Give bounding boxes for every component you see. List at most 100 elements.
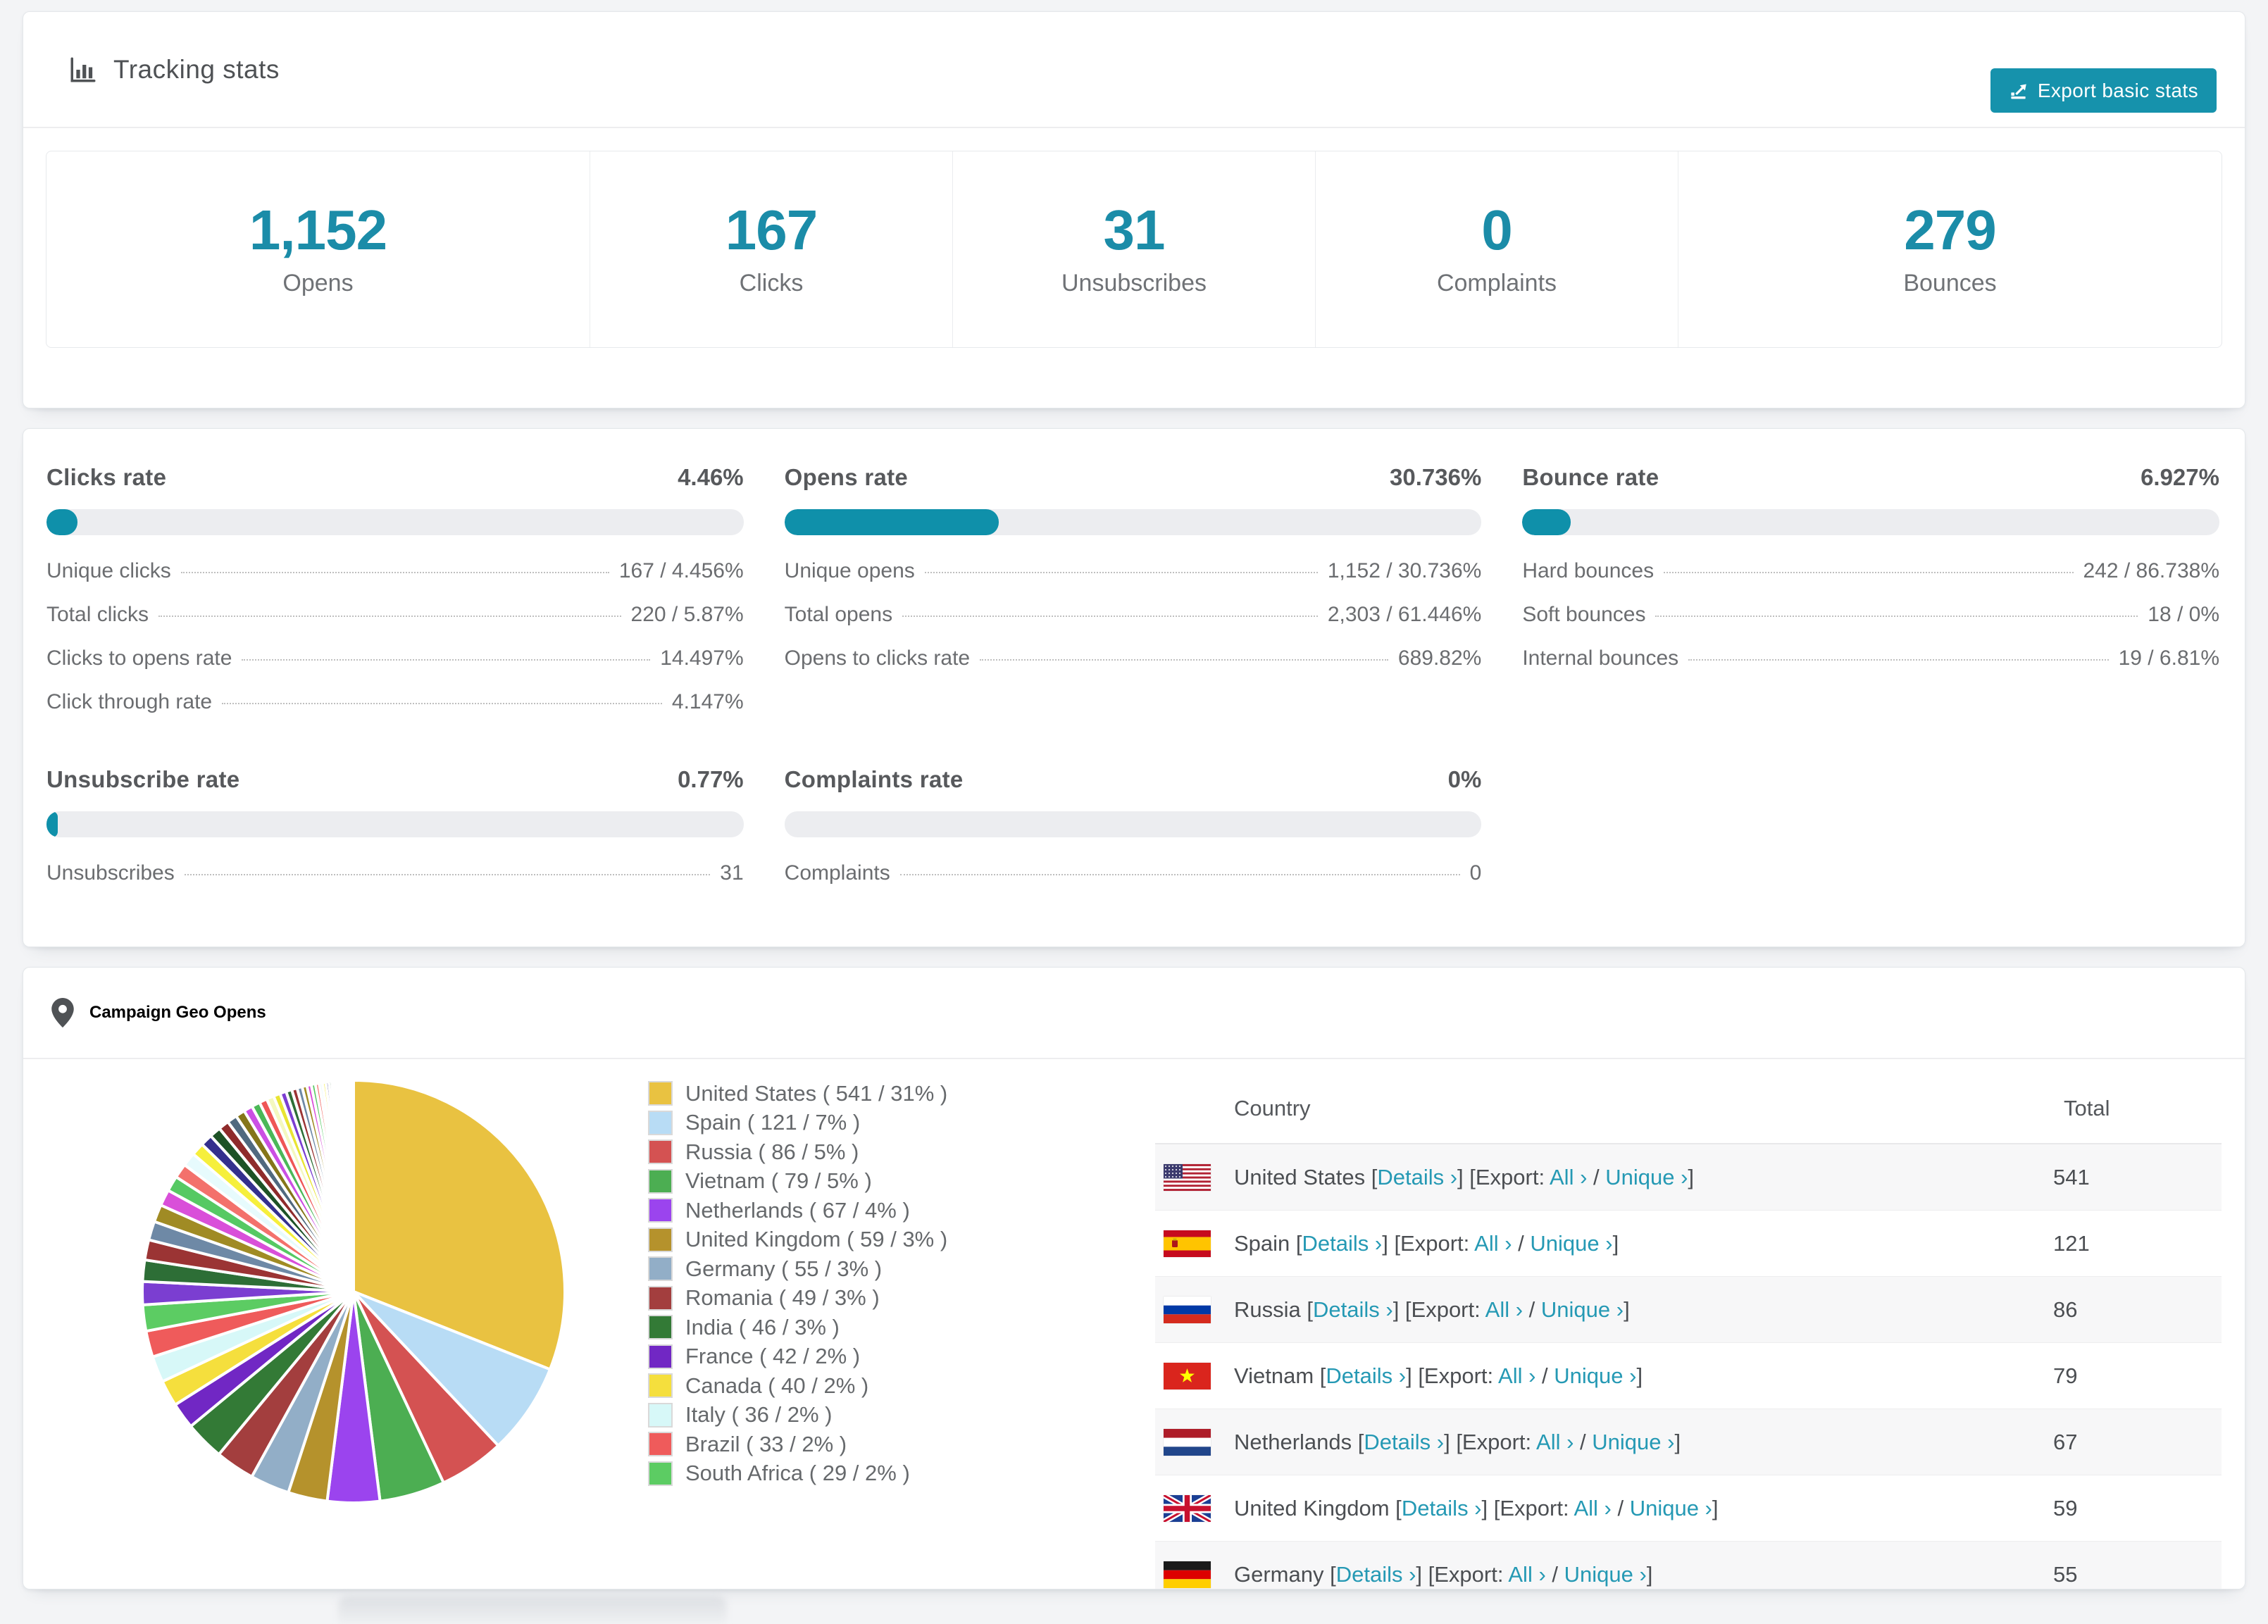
- export-all-link[interactable]: All ›: [1574, 1496, 1611, 1520]
- rate-detail-row: Opens to clicks rate 689.82%: [785, 637, 1482, 680]
- stat-label: Clicks: [739, 269, 804, 296]
- detail-value: 1,152 / 30.736%: [1327, 559, 1482, 582]
- dotted-leader: [980, 659, 1388, 661]
- stat-label: Unsubscribes: [1061, 269, 1207, 296]
- total-cell: 86: [2053, 1297, 2078, 1322]
- export-all-link[interactable]: All ›: [1474, 1231, 1512, 1256]
- legend-item-india[interactable]: India ( 46 / 3% ): [648, 1313, 947, 1342]
- legend-item-romania[interactable]: Romania ( 49 / 3% ): [648, 1284, 947, 1313]
- geo-body: United States ( 541 / 31% ) Spain ( 121 /…: [23, 1059, 2245, 1589]
- details-link[interactable]: Details ›: [1402, 1496, 1482, 1520]
- country-cell: Vietnam [Details ›] [Export: All › / Uni…: [1234, 1363, 1643, 1388]
- dotted-leader: [158, 616, 621, 617]
- details-link[interactable]: Details ›: [1302, 1231, 1383, 1256]
- legend-label: France ( 42 / 2% ): [685, 1344, 861, 1369]
- rate-detail-row: Clicks to opens rate 14.497%: [46, 637, 744, 680]
- total-cell: 59: [2053, 1495, 2078, 1520]
- legend-item-netherlands[interactable]: Netherlands ( 67 / 4% ): [648, 1196, 947, 1225]
- legend-item-italy[interactable]: Italy ( 36 / 2% ): [648, 1401, 947, 1430]
- rate-title: Clicks rate: [46, 464, 167, 490]
- details-link[interactable]: Details ›: [1377, 1165, 1457, 1189]
- rate-detail-row: Click through rate 4.147%: [46, 680, 744, 724]
- detail-label: Internal bounces: [1522, 647, 1679, 670]
- legend-item-south-africa[interactable]: South Africa ( 29 / 2% ): [648, 1459, 947, 1489]
- detail-value: 242 / 86.738%: [2083, 559, 2220, 582]
- detail-label: Unique clicks: [46, 559, 171, 582]
- legend-item-united-kingdom[interactable]: United Kingdom ( 59 / 3% ): [648, 1225, 947, 1255]
- details-link[interactable]: Details ›: [1313, 1297, 1393, 1322]
- legend-item-brazil[interactable]: Brazil ( 33 / 2% ): [648, 1430, 947, 1459]
- export-all-link[interactable]: All ›: [1550, 1165, 1587, 1189]
- legend-item-germany[interactable]: Germany ( 55 / 3% ): [648, 1254, 947, 1284]
- gb-flag-icon: [1164, 1494, 1211, 1522]
- details-link[interactable]: Details ›: [1336, 1562, 1416, 1587]
- total-cell: 121: [2053, 1230, 2090, 1256]
- export-unique-link[interactable]: Unique ›: [1564, 1562, 1647, 1587]
- stat-unsubscribes: 31 Unsubscribes: [953, 151, 1316, 347]
- country-cell: United States [Details ›] [Export: All ›…: [1234, 1164, 1695, 1189]
- pie-legend: United States ( 541 / 31% ) Spain ( 121 /…: [648, 1079, 947, 1488]
- legend-swatch: [648, 1461, 673, 1486]
- us-flag-icon: [1164, 1163, 1211, 1191]
- rate-progress-bar: [1522, 509, 2219, 535]
- de-flag-icon: [1164, 1561, 1211, 1588]
- export-all-link[interactable]: All ›: [1508, 1562, 1545, 1587]
- dotted-leader: [1664, 572, 2074, 573]
- legend-item-united-states[interactable]: United States ( 541 / 31% ): [648, 1079, 947, 1108]
- stat-label: Opens: [282, 269, 354, 296]
- rate-value: 6.927%: [2141, 464, 2219, 490]
- rate-detail-row: Unique clicks 167 / 4.456%: [46, 549, 744, 593]
- detail-value: 18 / 0%: [2148, 603, 2219, 626]
- details-link[interactable]: Details ›: [1326, 1363, 1406, 1388]
- rate-detail-row: Hard bounces 242 / 86.738%: [1522, 549, 2219, 593]
- total-cell: 67: [2053, 1429, 2078, 1454]
- geo-title: Campaign Geo Opens: [89, 1003, 266, 1022]
- legend-item-vietnam[interactable]: Vietnam ( 79 / 5% ): [648, 1167, 947, 1197]
- geo-opens-pie-chart: [141, 1078, 566, 1504]
- geo-table-row-germany: Germany [Details ›] [Export: All › / Uni…: [1155, 1542, 2222, 1589]
- rate-block-bounce-rate: Bounce rate 6.927% Hard bounces 242 / 86.73…: [1522, 464, 2219, 724]
- geo-table-row-vietnam: Vietnam [Details ›] [Export: All › / Uni…: [1155, 1343, 2222, 1409]
- country-cell: Netherlands [Details ›] [Export: All › /…: [1234, 1429, 1681, 1454]
- dotted-leader: [902, 616, 1318, 617]
- export-all-link[interactable]: All ›: [1485, 1297, 1523, 1322]
- export-unique-link[interactable]: Unique ›: [1592, 1430, 1674, 1454]
- export-basic-stats-button[interactable]: Export basic stats: [1990, 68, 2217, 113]
- dotted-leader: [242, 659, 651, 661]
- legend-swatch: [648, 1139, 673, 1165]
- export-unique-link[interactable]: Unique ›: [1530, 1231, 1612, 1256]
- pie-slice-other[interactable]: [351, 1078, 355, 1293]
- export-unique-link[interactable]: Unique ›: [1541, 1297, 1624, 1322]
- export-unique-link[interactable]: Unique ›: [1605, 1165, 1688, 1189]
- rate-progress-bar: [46, 811, 744, 837]
- legend-item-france[interactable]: France ( 42 / 2% ): [648, 1342, 947, 1372]
- legend-label: Vietnam ( 79 / 5% ): [685, 1168, 872, 1194]
- tracking-stats-title: Tracking stats: [113, 54, 280, 84]
- export-unique-link[interactable]: Unique ›: [1554, 1363, 1636, 1388]
- detail-value: 19 / 6.81%: [2118, 647, 2219, 670]
- ru-flag-icon: [1164, 1296, 1211, 1323]
- legend-swatch: [648, 1168, 673, 1194]
- country-cell: United Kingdom [Details ›] [Export: All …: [1234, 1495, 1719, 1520]
- details-link[interactable]: Details ›: [1364, 1430, 1444, 1454]
- legend-label: Spain ( 121 / 7% ): [685, 1110, 861, 1135]
- detail-value: 220 / 5.87%: [630, 603, 744, 626]
- legend-swatch: [648, 1227, 673, 1252]
- export-unique-link[interactable]: Unique ›: [1630, 1496, 1712, 1520]
- export-all-link[interactable]: All ›: [1498, 1363, 1535, 1388]
- rate-detail-row: Total opens 2,303 / 61.446%: [785, 593, 1482, 637]
- detail-label: Click through rate: [46, 690, 213, 713]
- detail-value: 4.147%: [671, 690, 744, 713]
- legend-swatch: [648, 1285, 673, 1311]
- geo-table-row-russia: Russia [Details ›] [Export: All › / Uniq…: [1155, 1277, 2222, 1343]
- rate-block-clicks-rate: Clicks rate 4.46% Unique clicks 167 / 4.456…: [46, 464, 744, 724]
- rate-value: 0%: [1447, 766, 1482, 792]
- legend-item-russia[interactable]: Russia ( 86 / 5% ): [648, 1137, 947, 1167]
- detail-label: Hard bounces: [1522, 559, 1655, 582]
- legend-label: Brazil ( 33 / 2% ): [685, 1431, 847, 1456]
- export-all-link[interactable]: All ›: [1536, 1430, 1574, 1454]
- legend-item-spain[interactable]: Spain ( 121 / 7% ): [648, 1108, 947, 1138]
- legend-item-canada[interactable]: Canada ( 40 / 2% ): [648, 1371, 947, 1401]
- nl-flag-icon: [1164, 1428, 1211, 1456]
- rate-detail-row: Total clicks 220 / 5.87%: [46, 593, 744, 637]
